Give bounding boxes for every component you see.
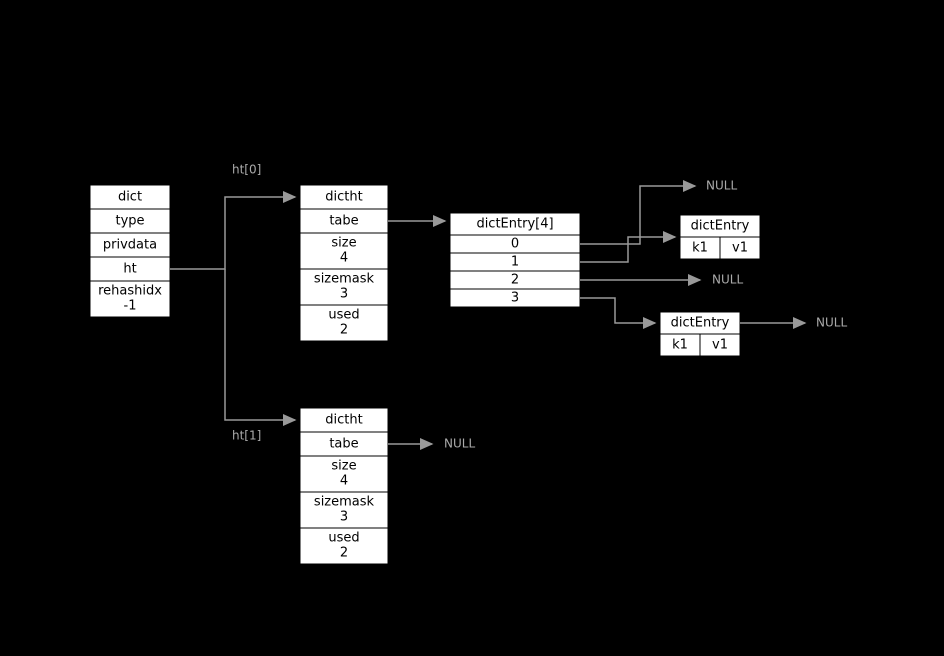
dictht1-size-value: 4 [340, 474, 348, 489]
entry1-v: v1 [732, 241, 748, 256]
dictht1-used-label: used [328, 531, 359, 546]
arrow-slot1-entry [580, 237, 675, 262]
arrow-ht0 [170, 197, 295, 269]
label-ht0: ht[0] [232, 163, 261, 177]
null-slot0: NULL [706, 179, 737, 193]
dictentry-idx-0: 0 [511, 237, 519, 252]
dict-field-privdata: privdata [103, 238, 157, 253]
null-slot2: NULL [712, 273, 743, 287]
dictht0-size-label: size [331, 236, 356, 251]
label-ht1: ht[1] [232, 429, 261, 443]
dictht0-used-value: 2 [340, 323, 348, 338]
dictentry-array: dictEntry[4] 0 1 2 3 [450, 213, 580, 307]
dict-field-type: type [115, 214, 144, 229]
dictentry-idx-3: 3 [511, 291, 519, 306]
null-entry2: NULL [816, 316, 847, 330]
dictht0-sizemask-label: sizemask [314, 272, 375, 287]
dictht0-used-label: used [328, 308, 359, 323]
entry1-title: dictEntry [691, 219, 750, 234]
arrow-slot0-null [580, 186, 695, 244]
dictentry-array-title: dictEntry[4] [476, 217, 553, 232]
dictht0-sizemask-value: 3 [340, 287, 348, 302]
dictht1-sizemask-value: 3 [340, 510, 348, 525]
dict-rehash-label: rehashidx [98, 284, 162, 299]
dict-struct: dict type privdata ht rehashidx -1 [90, 185, 170, 317]
dictht0-struct: dictht tabe size 4 sizemask 3 used 2 [300, 185, 388, 341]
diagram-canvas: dict type privdata ht rehashidx -1 dicth… [0, 0, 944, 656]
entry2-k: k1 [672, 338, 688, 353]
dictht0-size-value: 4 [340, 251, 348, 266]
dictentry-node-1: dictEntry k1 v1 [680, 215, 760, 259]
dictht0-tabe: tabe [329, 214, 358, 229]
dictentry-idx-1: 1 [511, 255, 519, 270]
arrow-slot3-entry [580, 298, 655, 323]
dict-rehash-value: -1 [124, 299, 137, 314]
dictht1-used-value: 2 [340, 546, 348, 561]
entry1-k: k1 [692, 241, 708, 256]
dictht1-size-label: size [331, 459, 356, 474]
dictht1-struct: dictht tabe size 4 sizemask 3 used 2 [300, 408, 388, 564]
dictentry-node-2: dictEntry k1 v1 [660, 312, 740, 356]
arrow-ht1 [225, 269, 295, 420]
dictht1-sizemask-label: sizemask [314, 495, 375, 510]
entry2-title: dictEntry [671, 316, 730, 331]
dictht1-tabe: tabe [329, 437, 358, 452]
dictht1-title: dictht [325, 413, 362, 428]
entry2-v: v1 [712, 338, 728, 353]
dictentry-idx-2: 2 [511, 273, 519, 288]
null-tabe1: NULL [444, 437, 475, 451]
dictht0-title: dictht [325, 190, 362, 205]
dict-title: dict [118, 190, 142, 205]
dict-field-ht: ht [123, 262, 136, 277]
